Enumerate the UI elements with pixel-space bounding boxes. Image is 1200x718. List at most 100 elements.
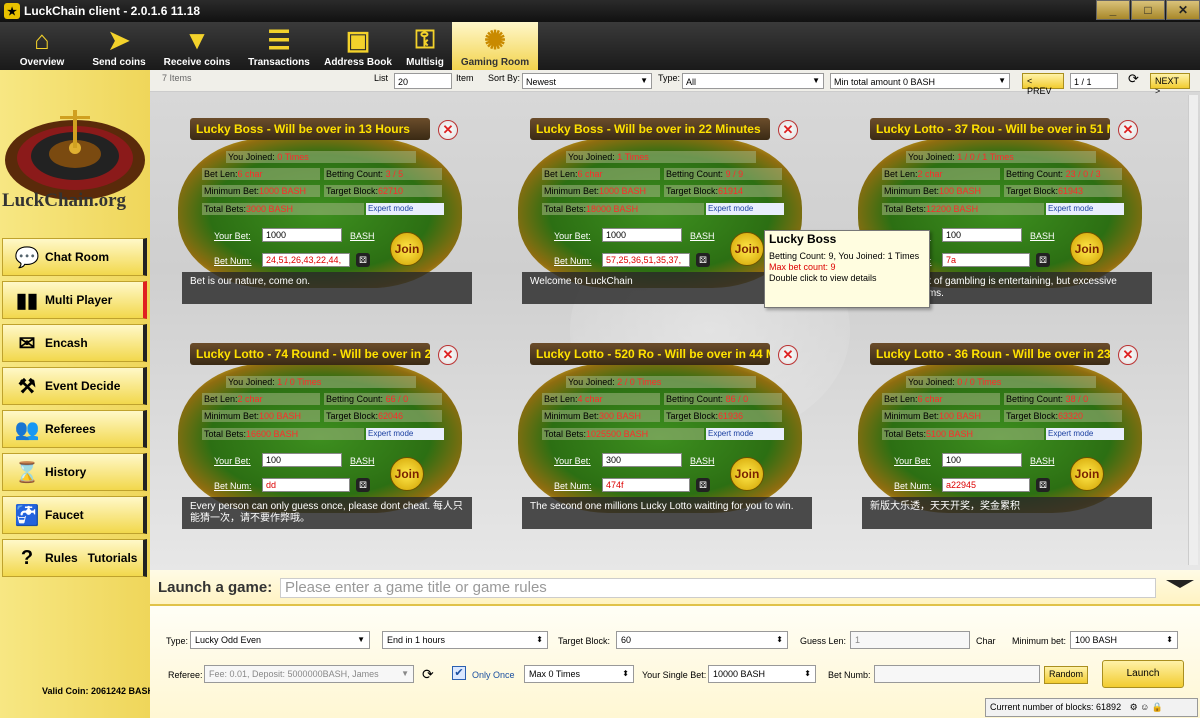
join-label: Join xyxy=(1074,467,1100,481)
bet-num-input[interactable]: dd xyxy=(262,478,350,492)
expert-mode-toggle[interactable]: Expert mode xyxy=(1046,428,1124,440)
launch-button[interactable]: Launch xyxy=(1102,660,1184,688)
toolbar-overview[interactable]: ⌂ Overview xyxy=(0,22,84,70)
join-button[interactable]: Join xyxy=(390,457,424,491)
tooltip-line-1: Betting Count: 9, You Joined: 1 Times xyxy=(769,251,920,261)
your-bet-input[interactable]: 100 xyxy=(262,453,342,467)
close-icon[interactable]: ✕ xyxy=(1118,120,1138,140)
bet-num-input[interactable]: 24,51,26,43,22,44, xyxy=(262,253,350,267)
join-button[interactable]: Join xyxy=(1070,232,1104,266)
bet-num-input[interactable]: 474f xyxy=(602,478,690,492)
game-card[interactable]: Lucky Lotto - 36 Roun - Will be over in … xyxy=(850,343,1152,543)
target-block-value: 63320 xyxy=(1058,411,1084,421)
betting-count-label: Betting Count: xyxy=(326,394,384,404)
expert-mode-toggle[interactable]: Expert mode xyxy=(1046,203,1124,215)
close-icon[interactable]: ✕ xyxy=(438,345,458,365)
betting-count-label: Betting Count: xyxy=(1006,169,1064,179)
your-bet-input[interactable]: 100 xyxy=(942,228,1022,242)
sidebar-item-encash[interactable]: ✉ Encash xyxy=(2,324,147,362)
toolbar-address-book[interactable]: ▣ Address Book xyxy=(318,22,398,70)
your-bet-input[interactable]: 100 xyxy=(942,453,1022,467)
sort-select[interactable]: Newest ▼ xyxy=(522,73,652,89)
sidebar-item-faucet[interactable]: 🚰 Faucet xyxy=(2,496,147,534)
target-block-label: Target Block: xyxy=(326,186,379,196)
game-card[interactable]: Lucky Lotto - 520 Ro - Will be over in 4… xyxy=(510,343,812,543)
expert-mode-label: Expert mode xyxy=(708,204,754,213)
game-card[interactable]: Lucky Boss - Will be over in 13 Hours ✕ … xyxy=(170,118,472,318)
scrollbar[interactable] xyxy=(1188,95,1198,565)
bet-numb-input[interactable] xyxy=(874,665,1040,683)
dice-icon[interactable]: ⚄ xyxy=(1036,253,1050,267)
expert-mode-toggle[interactable]: Expert mode xyxy=(366,203,444,215)
sidebar-item-history[interactable]: ⌛ History xyxy=(2,453,147,491)
your-bet-value: 1000 xyxy=(606,230,627,240)
join-button[interactable]: Join xyxy=(1070,457,1104,491)
min-total-amount[interactable]: Min total amount 0 BASH ▼ xyxy=(830,73,1010,89)
dice-icon[interactable]: ⚄ xyxy=(1036,478,1050,492)
launch-input[interactable]: Please enter a game title or game rules xyxy=(280,578,1156,598)
sidebar-item-event-decide[interactable]: ⚒ Event Decide xyxy=(2,367,147,405)
close-icon[interactable]: ✕ xyxy=(1118,345,1138,365)
expert-mode-toggle[interactable]: Expert mode xyxy=(706,428,784,440)
sidebar-item-chat-room[interactable]: 💬 Chat Room xyxy=(2,238,147,276)
referee-select[interactable]: Fee: 0.01, Deposit: 5000000BASH, James ▼ xyxy=(204,665,414,683)
page-indicator[interactable]: 1 / 1 xyxy=(1070,73,1118,89)
toolbar-send-coins[interactable]: ➤ Send coins xyxy=(84,22,154,70)
end-time-value: End in 1 hours xyxy=(387,635,446,645)
target-block-input[interactable]: 60 ⬍ xyxy=(616,631,788,649)
your-bet-input[interactable]: 300 xyxy=(602,453,682,467)
your-bet-input[interactable]: 1000 xyxy=(602,228,682,242)
close-icon[interactable]: ✕ xyxy=(1166,0,1200,20)
dice-icon[interactable]: ⚄ xyxy=(696,253,710,267)
game-type-select[interactable]: Lucky Odd Even ▼ xyxy=(190,631,370,649)
end-time-select[interactable]: End in 1 hours ⬍ xyxy=(382,631,548,649)
dice-icon[interactable]: ⚄ xyxy=(356,478,370,492)
prev-button[interactable]: < PREV xyxy=(1022,73,1064,96)
type-select[interactable]: All ▼ xyxy=(682,73,824,89)
bet-num-input[interactable]: a22945 xyxy=(942,478,1030,492)
join-button[interactable]: Join xyxy=(390,232,424,266)
toolbar-receive-coins[interactable]: ▼ Receive coins xyxy=(154,22,240,70)
join-button[interactable]: Join xyxy=(730,232,764,266)
dice-icon[interactable]: ⚄ xyxy=(696,478,710,492)
toolbar-gaming-room[interactable]: ✺ Gaming Room xyxy=(452,22,538,70)
join-button[interactable]: Join xyxy=(730,457,764,491)
guess-len-input[interactable]: 1 xyxy=(850,631,970,649)
next-button[interactable]: NEXT > xyxy=(1150,73,1190,96)
bash-unit-label: BASH xyxy=(1030,231,1055,241)
refresh-icon[interactable]: ⟳ xyxy=(1128,71,1139,87)
toolbar-multisig[interactable]: ⚿ Multisig xyxy=(398,22,452,70)
expert-mode-toggle[interactable]: Expert mode xyxy=(706,203,784,215)
you-joined-label: You Joined: xyxy=(908,152,955,162)
single-bet-input[interactable]: 10000 BASH ⬍ xyxy=(708,665,816,683)
refresh-icon[interactable]: ⟳ xyxy=(422,666,434,683)
close-icon[interactable]: ✕ xyxy=(778,120,798,140)
bet-num-input[interactable]: 7a xyxy=(942,253,1030,267)
toolbar-transactions[interactable]: ☰ Transactions xyxy=(240,22,318,70)
game-card[interactable]: Lucky Lotto - 74 Round - Will be over in… xyxy=(170,343,472,543)
minimize-icon[interactable]: _ xyxy=(1096,0,1130,20)
bet-num-input[interactable]: 57,25,36,51,35,37, xyxy=(602,253,690,267)
expand-down-icon[interactable] xyxy=(1166,580,1194,588)
list-count-select[interactable]: 20 xyxy=(394,73,452,89)
game-title: Lucky Lotto - 74 Round - Will be over in… xyxy=(190,343,430,365)
close-icon[interactable]: ✕ xyxy=(778,345,798,365)
dice-icon[interactable]: ⚄ xyxy=(356,253,370,267)
min-bet-label: Minimum Bet: xyxy=(544,186,600,196)
betting-count-label: Betting Count: xyxy=(326,169,384,179)
your-bet-input[interactable]: 1000 xyxy=(262,228,342,242)
sidebar-item-referees[interactable]: 👥 Referees xyxy=(2,410,147,448)
min-bet-input[interactable]: 100 BASH ⬍ xyxy=(1070,631,1178,649)
maximize-icon[interactable]: □ xyxy=(1131,0,1165,20)
random-button[interactable]: Random xyxy=(1044,666,1088,684)
only-once-checkbox[interactable]: ✔ xyxy=(452,666,466,680)
close-icon[interactable]: ✕ xyxy=(438,120,458,140)
joined-row: You Joined: 1 / 0 Times xyxy=(226,376,416,388)
sidebar-item-rules-tutorials[interactable]: ? Rules Tutorials xyxy=(2,539,147,577)
max-times-input[interactable]: Max 0 Times ⬍ xyxy=(524,665,634,683)
bet-len-row: Bet Len:2 char xyxy=(882,168,1000,180)
sidebar-item-multi-player[interactable]: ▮▮ Multi Player xyxy=(2,281,147,319)
you-joined-label: You Joined: xyxy=(568,152,615,162)
your-bet-label: Your Bet: xyxy=(554,456,591,466)
expert-mode-toggle[interactable]: Expert mode xyxy=(366,428,444,440)
